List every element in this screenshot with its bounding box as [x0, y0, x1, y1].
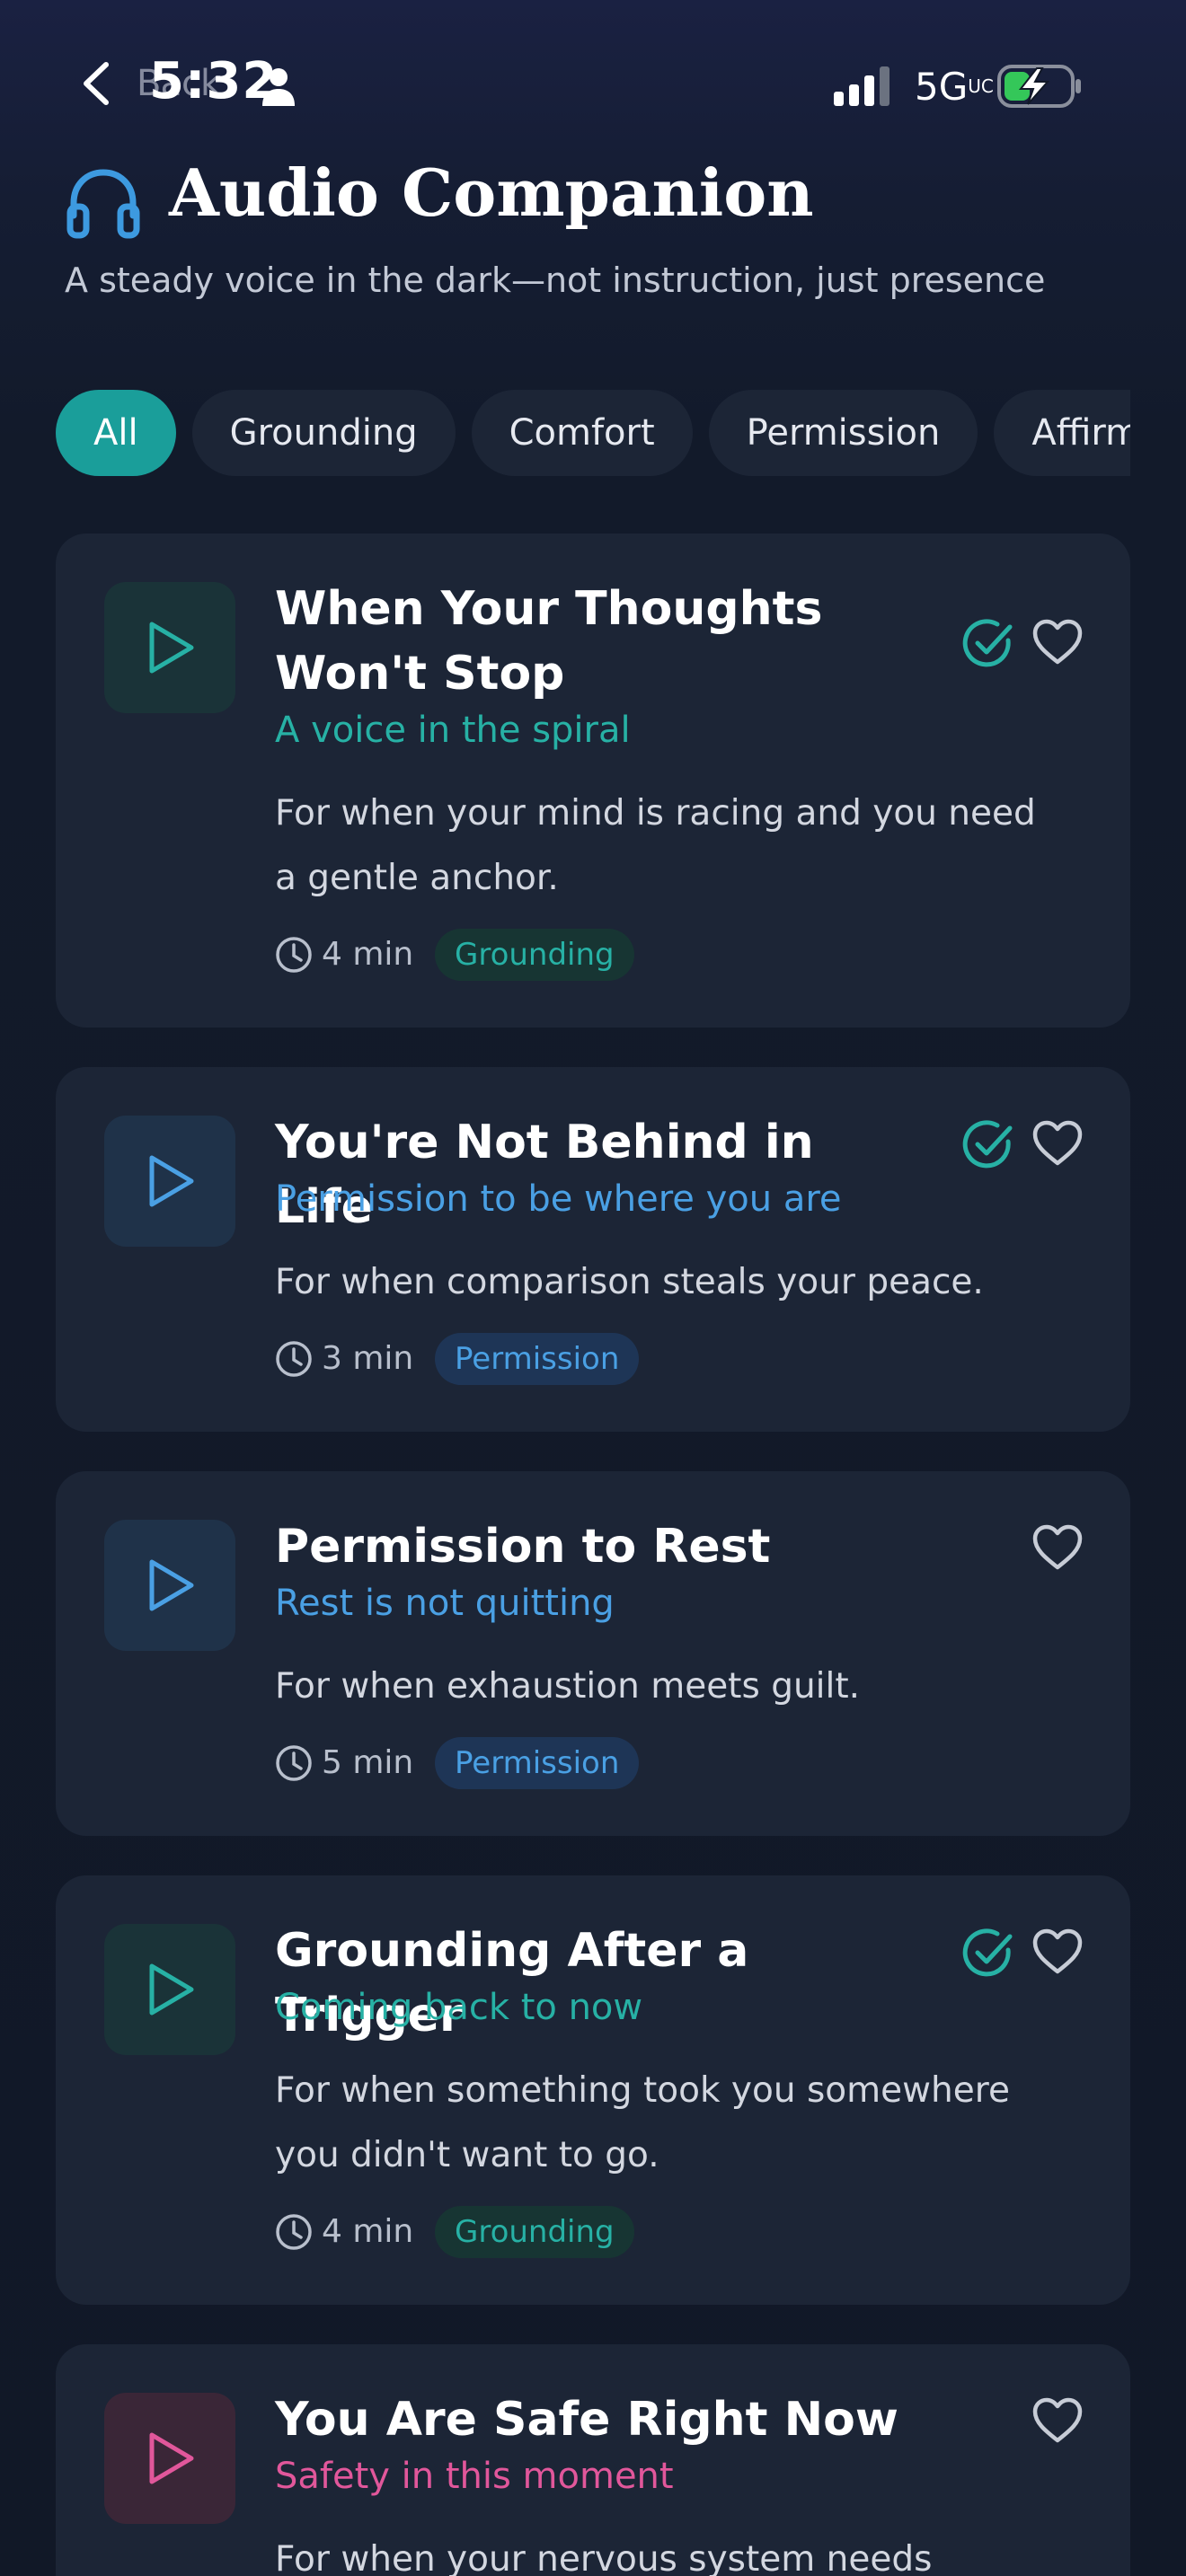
clock-icon: [276, 1341, 312, 1377]
track-subtitle: Rest is not quitting: [275, 1583, 615, 1624]
clock-icon: [276, 937, 312, 973]
heart-icon[interactable]: [1031, 1523, 1084, 1572]
status-time: 5:32: [149, 52, 279, 110]
track-description: For when your nervous system needs: [275, 2539, 933, 2576]
category-badge: Grounding: [435, 929, 634, 981]
track-duration: 4 min: [322, 936, 414, 973]
track-description: For when comparison steals your peace.: [275, 1262, 984, 1302]
filter-chip-permission[interactable]: Permission: [708, 390, 978, 476]
clock-icon: [276, 1745, 312, 1781]
filter-chip-all[interactable]: All: [56, 390, 176, 476]
track-description: For when your mind is racing and you nee…: [275, 793, 1036, 898]
track-duration: 3 min: [322, 1340, 414, 1377]
track-subtitle: Coming back to now: [275, 1987, 643, 2028]
play-icon: [149, 1963, 194, 2016]
heart-icon[interactable]: [1031, 1119, 1084, 1168]
play-button[interactable]: [104, 1520, 235, 1651]
track-card[interactable]: Permission to Rest Rest is not quitting …: [56, 1471, 1130, 1836]
track-duration: 4 min: [322, 2213, 414, 2250]
track-title: Grounding After a Trigger: [275, 1924, 749, 2042]
completed-check-icon: [962, 619, 1013, 667]
category-badge: Permission: [435, 1737, 640, 1789]
track-title: You're Not Behind in Life: [275, 1116, 814, 1234]
track-description: For when something took you somewhere yo…: [275, 2070, 1010, 2175]
person-icon: [262, 68, 295, 106]
play-icon: [149, 622, 194, 674]
battery-charging-icon: [997, 65, 1081, 108]
page-subtitle: A steady voice in the dark—not instructi…: [65, 260, 1046, 300]
status-bar: Back 5:32 5GUC: [0, 0, 1186, 171]
play-button[interactable]: [104, 1924, 235, 2055]
play-button[interactable]: [104, 2393, 235, 2524]
clock-icon: [276, 2214, 312, 2250]
track-card[interactable]: Grounding After a Trigger Coming back to…: [56, 1875, 1130, 2305]
track-title: You Are Safe Right Now: [275, 2393, 898, 2447]
play-button[interactable]: [104, 582, 235, 713]
track-title: When Your Thoughts Won't Stop: [275, 582, 823, 701]
filter-chip-comfort[interactable]: Comfort: [471, 390, 693, 476]
category-badge: Grounding: [435, 2206, 634, 2258]
filter-chip-grounding[interactable]: Grounding: [191, 390, 456, 476]
heart-icon[interactable]: [1031, 1928, 1084, 1976]
track-card[interactable]: When Your Thoughts Won't Stop A voice in…: [56, 534, 1130, 1028]
play-button[interactable]: [104, 1116, 235, 1247]
track-card[interactable]: You're Not Behind in Life Permission to …: [56, 1067, 1130, 1432]
heart-icon[interactable]: [1031, 618, 1084, 666]
track-subtitle: Safety in this moment: [275, 2456, 674, 2497]
track-card[interactable]: You Are Safe Right Now Safety in this mo…: [56, 2344, 1130, 2576]
completed-check-icon: [962, 1120, 1013, 1169]
completed-check-icon: [962, 1928, 1013, 1977]
page-title: Audio Companion: [169, 154, 814, 231]
play-icon: [149, 2432, 194, 2484]
network-indicator: 5GUC: [915, 65, 994, 109]
play-icon: [149, 1155, 194, 1207]
track-title: Permission to Rest: [275, 1520, 771, 1574]
headphones-icon: [66, 169, 140, 239]
track-subtitle: A voice in the spiral: [275, 710, 631, 751]
category-filter-bar: AllGroundingComfortPermissionAffirmation…: [56, 390, 1130, 480]
track-subtitle: Permission to be where you are: [275, 1178, 842, 1220]
heart-icon[interactable]: [1031, 2396, 1084, 2445]
cellular-signal-icon: [834, 66, 890, 106]
filter-chip-affirmations[interactable]: Affirmations: [994, 390, 1130, 476]
track-duration: 5 min: [322, 1744, 414, 1781]
back-chevron-icon[interactable]: [79, 61, 115, 106]
category-badge: Permission: [435, 1333, 640, 1385]
track-description: For when exhaustion meets guilt.: [275, 1666, 861, 1707]
play-icon: [149, 1559, 194, 1611]
